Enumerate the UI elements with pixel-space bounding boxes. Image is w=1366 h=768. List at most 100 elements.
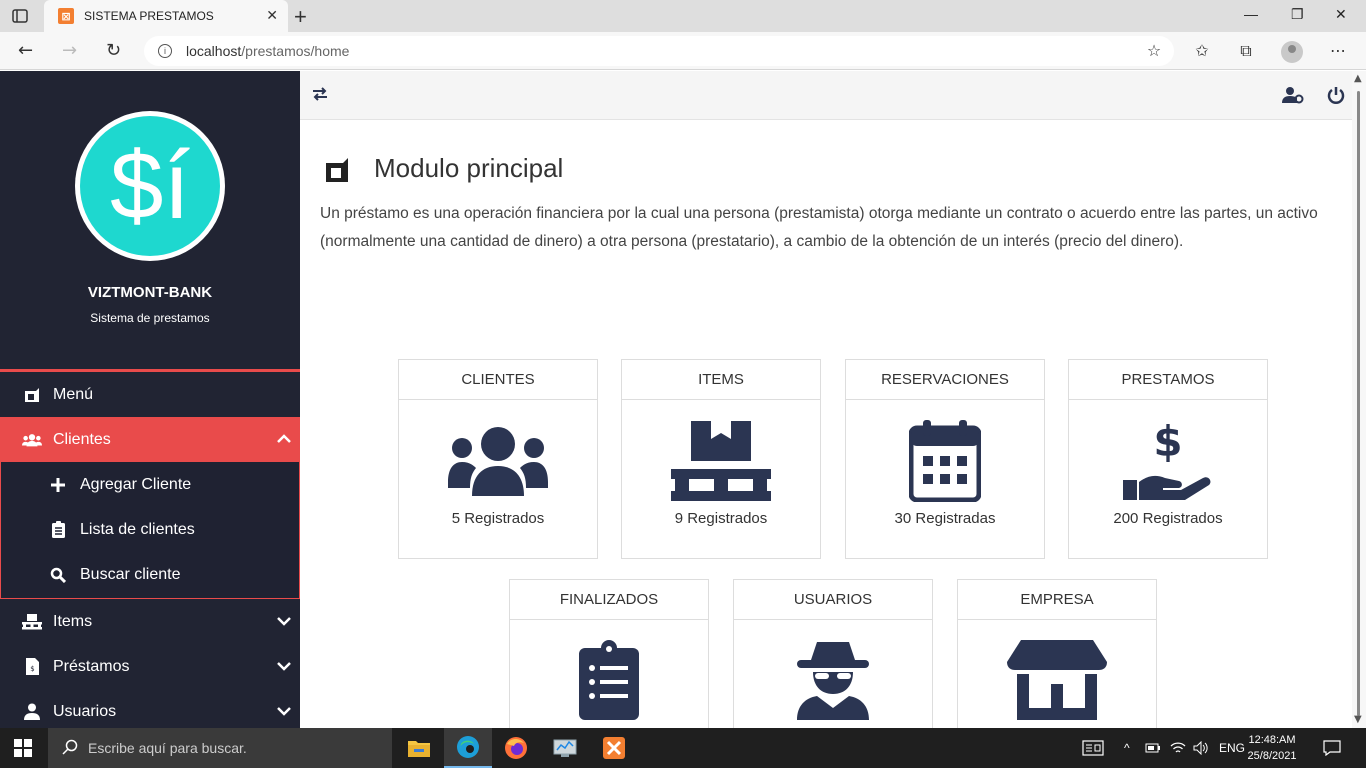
windows-start-icon[interactable] (14, 739, 32, 761)
chevron-up-icon (276, 431, 292, 452)
new-tab-icon[interactable]: + (294, 4, 307, 30)
card-count: 30 Registradas (894, 510, 996, 527)
pallet-icon (22, 613, 42, 630)
volume-icon[interactable] (1193, 728, 1209, 768)
profile-avatar[interactable] (1281, 41, 1303, 63)
sidebar-item-label: Items (53, 612, 93, 630)
xampp-icon[interactable] (590, 728, 638, 768)
clipboard-icon (48, 521, 68, 538)
sidebar-item-label: Menú (53, 385, 94, 403)
bank-logo: $í (75, 111, 225, 261)
back-icon[interactable]: ← (18, 40, 33, 61)
browser-tab[interactable]: ⊠ SISTEMA PRESTAMOS ✕ (44, 0, 288, 32)
card-clientes[interactable]: CLIENTES 5 Registrados (398, 359, 598, 559)
add-favorite-icon[interactable]: ☆ (1145, 42, 1163, 60)
submenu-agregar-cliente[interactable]: Agregar Cliente (1, 462, 299, 507)
file-explorer-icon[interactable] (395, 728, 443, 768)
sidebar-item-menu[interactable]: Menú (0, 372, 300, 417)
more-options-icon[interactable]: ⋯ (1329, 42, 1347, 60)
chevron-down-icon (276, 658, 292, 679)
card-title: FINALIZADOS (510, 580, 708, 620)
card-finalizados[interactable]: FINALIZADOS (509, 579, 709, 728)
card-empresa[interactable]: EMPRESA (957, 579, 1157, 728)
search-icon (62, 739, 78, 758)
sidebar-item-clientes[interactable]: Clientes (0, 417, 300, 462)
tab-close-icon[interactable]: ✕ (266, 8, 278, 24)
card-count: 200 Registrados (1113, 510, 1223, 527)
plus-icon (48, 477, 68, 492)
svg-text:$: $ (30, 665, 34, 673)
tab-title: SISTEMA PRESTAMOS (84, 9, 214, 23)
scroll-down-icon[interactable]: ▼ (1354, 714, 1362, 725)
clientes-submenu: Agregar Cliente Lista de clientes Buscar… (0, 462, 300, 599)
card-usuarios[interactable]: USUARIOS (733, 579, 933, 728)
card-reservaciones[interactable]: RESERVACIONES 30 Registradas (845, 359, 1045, 559)
notifications-icon[interactable] (1323, 728, 1341, 768)
url-host: localhost (186, 43, 242, 59)
card-count: 9 Registrados (674, 510, 768, 527)
battery-icon[interactable] (1145, 728, 1161, 768)
main-content: Modulo principal Un préstamo es una oper… (300, 71, 1352, 728)
sidebar-item-prestamos[interactable]: $ Préstamos (0, 644, 300, 689)
card-items[interactable]: ITEMS 9 Registrados (621, 359, 821, 559)
minimize-icon[interactable]: — (1244, 6, 1258, 22)
card-title: USUARIOS (734, 580, 932, 620)
invoice-icon: $ (22, 658, 42, 675)
restore-icon[interactable]: ❐ (1291, 6, 1304, 23)
clock-date: 25/8/2021 (1247, 750, 1297, 762)
language-indicator[interactable]: ENG (1219, 728, 1245, 768)
sidebar-item-label: Préstamos (53, 657, 130, 675)
page-scrollbar[interactable]: ▲ ▼ (1352, 71, 1366, 728)
sidebar-item-label: Usuarios (53, 702, 117, 720)
submenu-lista-clientes[interactable]: Lista de clientes (1, 507, 299, 552)
sidebar-item-items[interactable]: Items (0, 599, 300, 644)
collections-icon[interactable]: ⧉ (1237, 42, 1255, 60)
sidebar-item-label: Clientes (53, 430, 111, 448)
show-hidden-icons-icon[interactable]: ^ (1124, 728, 1130, 768)
users-icon (22, 432, 42, 448)
wifi-icon[interactable] (1170, 728, 1186, 768)
power-icon[interactable] (1327, 86, 1345, 108)
firefox-icon[interactable] (492, 728, 540, 768)
refresh-icon[interactable]: ↻ (106, 40, 121, 61)
card-prestamos[interactable]: PRESTAMOS $ 200 Registrados (1068, 359, 1268, 559)
hand-dollar-icon: $ (1069, 420, 1267, 502)
site-info-icon[interactable]: i (158, 44, 172, 58)
taskbar-clock[interactable]: 12:48:AM 25/8/2021 (1246, 732, 1298, 764)
sidebar-item-usuarios[interactable]: Usuarios (0, 689, 300, 728)
user-settings-icon[interactable] (1282, 86, 1304, 108)
chevron-down-icon (276, 703, 292, 724)
scrollbar-thumb[interactable] (1357, 91, 1360, 716)
submenu-label: Agregar Cliente (80, 475, 192, 493)
submenu-label: Lista de clientes (80, 520, 195, 538)
toggle-sidebar-icon[interactable] (312, 86, 328, 106)
url-field[interactable]: i localhost/prestamos/home (144, 36, 1174, 66)
scroll-up-icon[interactable]: ▲ (1354, 73, 1362, 84)
tab-actions-icon[interactable] (10, 7, 30, 25)
xampp-favicon-icon: ⊠ (58, 8, 74, 24)
pallet-icon (622, 420, 820, 502)
users-icon (399, 420, 597, 502)
top-navbar (300, 71, 1352, 120)
favorites-icon[interactable]: ✩ (1193, 42, 1211, 60)
submenu-label: Buscar cliente (80, 565, 181, 583)
forward-icon[interactable]: → (62, 40, 77, 61)
card-title: CLIENTES (399, 360, 597, 400)
taskbar-search[interactable]: Escribe aquí para buscar. (48, 728, 392, 768)
bank-name: VIZTMONT-BANK (87, 284, 213, 301)
action-center-notes-icon[interactable] (1082, 728, 1104, 768)
clipboard-list-icon (510, 640, 708, 722)
store-icon (958, 640, 1156, 722)
window-close-icon[interactable]: ✕ (1335, 6, 1347, 23)
logo-mark: $í (80, 116, 220, 256)
edge-browser-icon[interactable] (444, 728, 492, 768)
submenu-buscar-cliente[interactable]: Buscar cliente (1, 552, 299, 597)
user-icon (22, 703, 42, 720)
bank-subtitle: Sistema de prestamos (90, 311, 210, 325)
module-title-icon (324, 157, 350, 187)
card-title: RESERVACIONES (846, 360, 1044, 400)
calendar-icon (846, 420, 1044, 502)
control-panel-icon[interactable] (541, 728, 589, 768)
spy-icon (734, 640, 932, 722)
page-description: Un préstamo es una operación financiera … (320, 205, 1318, 250)
